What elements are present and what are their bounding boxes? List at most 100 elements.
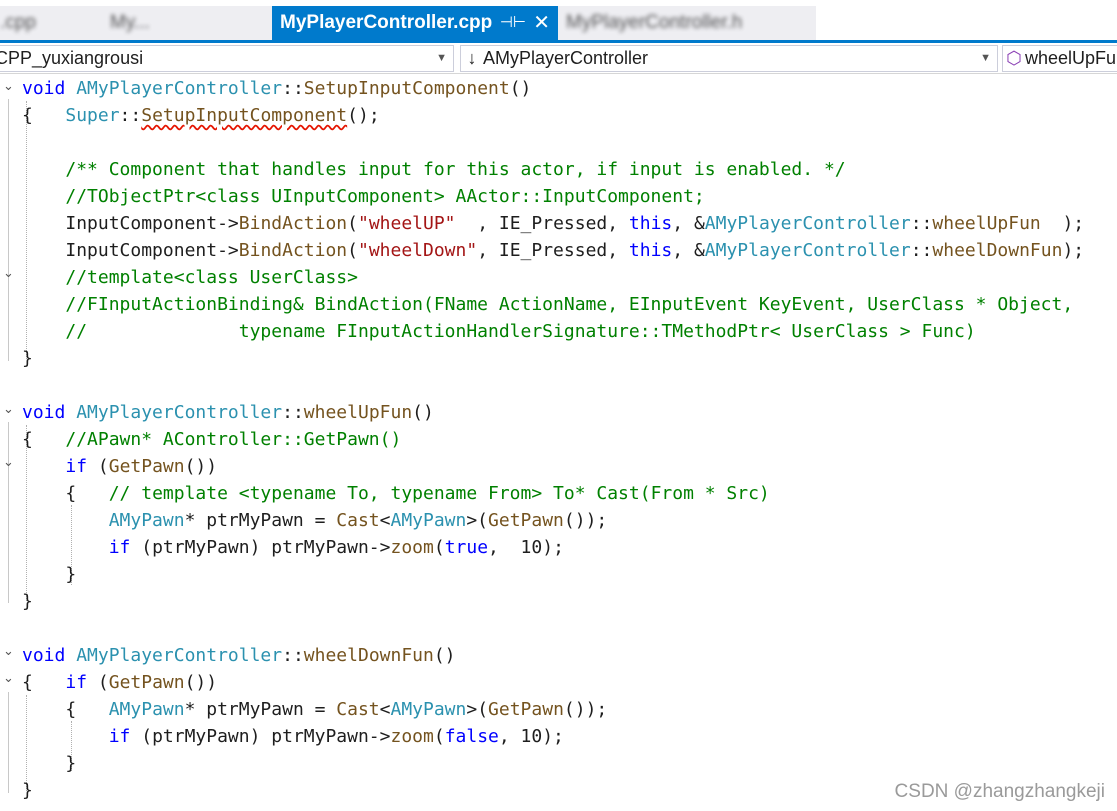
- scope-operator: ::: [282, 78, 304, 99]
- brace: {: [65, 483, 77, 504]
- punctuation: (: [87, 456, 109, 477]
- code-line: /** Component that handles input for thi…: [22, 156, 846, 183]
- scope-operator: ::: [282, 402, 304, 423]
- punctuation: ()): [184, 456, 218, 477]
- type-name: AMyPawn: [390, 699, 467, 720]
- keyword: void: [22, 402, 66, 423]
- tab-label: My...: [110, 12, 150, 33]
- collapse-icon[interactable]: ⌄: [3, 266, 14, 281]
- document-tab-bar: .cpp My... MyPlayerController.cpp ⊣⊢ ✕ M…: [0, 0, 1117, 43]
- punctuation: ());: [563, 699, 608, 720]
- brace: }: [22, 780, 33, 801]
- code-line: //template<class UserClass>: [22, 264, 358, 291]
- scope-name: AMyPlayerController: [483, 48, 649, 68]
- punctuation: , 10);: [498, 726, 564, 747]
- function-name: wheelDownFun: [932, 240, 1063, 261]
- collapse-icon[interactable]: ⌄: [3, 671, 14, 686]
- keyword: this: [628, 240, 673, 261]
- punctuation: , &: [672, 240, 705, 261]
- code-editor[interactable]: ⌄ ⌄ ⌄ ⌄ ⌄ ⌄ void AMyPlayerController::Se…: [0, 75, 1117, 811]
- punctuation: >(: [466, 510, 489, 531]
- code-line: //FInputActionBinding& BindAction(FName …: [22, 291, 1073, 318]
- tab-label: MyPlayerController.cpp: [280, 12, 493, 33]
- comment: //APawn* AController::GetPawn(): [65, 429, 402, 450]
- brace: {: [22, 105, 33, 126]
- punctuation: , &: [672, 213, 705, 234]
- function-name: BindAction: [238, 213, 348, 234]
- type-name: AMyPlayerController: [76, 78, 283, 99]
- brace: {: [22, 672, 33, 693]
- comment: //FInputActionBinding& BindAction(FName …: [65, 294, 1074, 315]
- tab-file-1[interactable]: .cpp: [0, 6, 40, 40]
- keyword: true: [444, 537, 489, 558]
- string-literal: "wheelDown": [357, 240, 478, 261]
- brace: {: [65, 699, 77, 720]
- code-line: if (ptrMyPawn) ptrMyPawn->zoom(true, 10)…: [22, 534, 564, 561]
- keyword: if: [65, 672, 88, 693]
- keyword: false: [444, 726, 499, 747]
- comment: //TObjectPtr<class UInputComponent> AAct…: [65, 186, 705, 207]
- type-name: AMyPawn: [108, 699, 185, 720]
- function-name: Cast: [336, 510, 380, 531]
- collapse-icon[interactable]: ⌄: [3, 455, 14, 470]
- scope-operator: ::: [119, 105, 142, 126]
- type-name: AMyPawn: [108, 510, 185, 531]
- collapse-icon[interactable]: ⌄: [3, 402, 14, 417]
- tab-myplayercontroller-cpp[interactable]: MyPlayerController.cpp ⊣⊢ ✕: [272, 6, 558, 40]
- collapse-icon[interactable]: ⌄: [3, 644, 14, 659]
- function-name: BindAction: [238, 240, 348, 261]
- code-line: // typename FInputActionHandlerSignature…: [22, 318, 975, 345]
- type-name: AMyPawn: [390, 510, 467, 531]
- member-dropdown[interactable]: ⬡ wheelUpFun: [1002, 45, 1117, 72]
- punctuation: (: [433, 726, 445, 747]
- project-name: CPP_yuxiangrousi: [0, 48, 144, 68]
- function-name: wheelDownFun: [303, 645, 434, 666]
- type-name: Super: [65, 105, 120, 126]
- pin-icon[interactable]: ⊣⊢: [500, 6, 526, 40]
- scope-dropdown[interactable]: ↓ AMyPlayerController ▼: [460, 45, 998, 72]
- code-line: void AMyPlayerController::SetupInputComp…: [22, 75, 531, 102]
- function-name: wheelUpFun: [932, 213, 1041, 234]
- punctuation: (: [433, 537, 445, 558]
- code-line: { Super::SetupInputComponent();: [22, 102, 380, 129]
- collapse-icon[interactable]: ⌄: [3, 79, 14, 94]
- type-name: AMyPlayerController: [76, 402, 283, 423]
- tab-label: MyPlayerController.h: [566, 12, 743, 33]
- project-dropdown[interactable]: CPP_yuxiangrousi ▼: [0, 45, 454, 72]
- fold-guide: [8, 99, 9, 361]
- identifier: * ptrMyPawn =: [184, 510, 337, 531]
- function-name: zoom: [390, 726, 434, 747]
- chevron-down-icon: ▼: [436, 52, 447, 64]
- brace: }: [65, 564, 77, 585]
- brace: }: [65, 753, 77, 774]
- code-line: { //APawn* AController::GetPawn(): [22, 426, 401, 453]
- function-name: SetupInputComponent: [303, 78, 510, 99]
- identifier: InputComponent: [65, 240, 218, 261]
- identifier: , IE_Pressed,: [477, 240, 629, 261]
- function-name: SetupInputComponent: [141, 105, 348, 126]
- close-icon[interactable]: ✕: [533, 6, 550, 40]
- tab-file-2[interactable]: My...: [40, 6, 272, 40]
- scope-operator: ::: [282, 645, 304, 666]
- code-line: }: [22, 345, 33, 372]
- code-line: { // template <typename To, typename Fro…: [22, 480, 769, 507]
- tab-myplayercontroller-h[interactable]: MyPlayerController.h: [558, 6, 816, 40]
- code-line: { if (GetPawn()): [22, 669, 217, 696]
- punctuation: (: [347, 213, 358, 234]
- keyword: if: [108, 726, 131, 747]
- code-line: InputComponent->BindAction("wheelDown", …: [22, 237, 1084, 264]
- keyword: this: [628, 213, 673, 234]
- keyword: void: [22, 78, 66, 99]
- code-line: //TObjectPtr<class UInputComponent> AAct…: [22, 183, 705, 210]
- code-line: void AMyPlayerController::wheelUpFun(): [22, 399, 434, 426]
- identifier: , IE_Pressed,: [455, 213, 629, 234]
- brace: }: [22, 591, 33, 612]
- string-literal: "wheelUP": [357, 213, 456, 234]
- identifier: * ptrMyPawn =: [184, 699, 337, 720]
- punctuation: <: [379, 699, 391, 720]
- comment: /** Component that handles input for thi…: [65, 159, 846, 180]
- function-name: GetPawn: [488, 699, 564, 720]
- punctuation: , 10);: [488, 537, 564, 558]
- code-line: void AMyPlayerController::wheelDownFun(): [22, 642, 456, 669]
- function-name: Cast: [336, 699, 380, 720]
